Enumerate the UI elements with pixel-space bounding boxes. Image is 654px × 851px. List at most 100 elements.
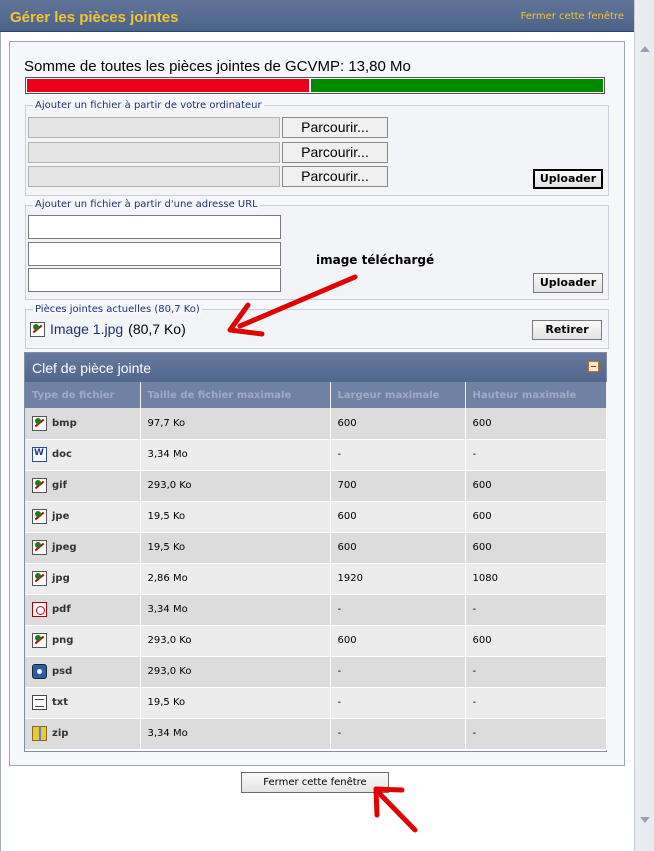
current-attachments-legend: Pièces jointes actuelles (80,7 Ko)	[33, 304, 202, 315]
cell-max-width: -	[330, 656, 466, 688]
image-icon	[32, 415, 47, 431]
file-type-label: bmp	[52, 417, 77, 429]
word-document-icon	[32, 447, 47, 462]
cell-max-height: -	[465, 718, 607, 750]
pdf-icon	[32, 602, 47, 617]
upload-computer-legend: Ajouter un fichier à partir de votre ord…	[33, 100, 264, 111]
cell-file-type: png	[25, 625, 141, 657]
cell-max-width: 600	[330, 532, 466, 564]
quota-bar	[25, 77, 605, 94]
image-icon	[32, 571, 47, 586]
cell-max-height: 600	[465, 532, 607, 564]
file-input-2[interactable]	[28, 142, 280, 163]
psd-icon	[32, 664, 47, 679]
file-input-1[interactable]	[28, 117, 280, 138]
image-icon	[32, 633, 47, 648]
cell-max-height: -	[465, 687, 607, 719]
table-row: jpeg 19,5 Ko 600 600	[25, 532, 607, 564]
attachment-key-header: Clef de pièce jointe	[25, 353, 606, 382]
browse-button-1[interactable]: Parcourir...	[282, 117, 388, 138]
scroll-up-arrow-icon[interactable]	[640, 46, 650, 52]
file-type-label: psd	[52, 666, 73, 677]
cell-max-size: 19,5 Ko	[140, 687, 331, 719]
file-type-label: zip	[52, 728, 69, 739]
attachment-key-panel: Clef de pièce jointe Type de fichier Tai…	[24, 352, 607, 752]
file-type-label: jpg	[52, 573, 70, 584]
collapse-icon[interactable]	[588, 361, 599, 372]
cell-max-width: 700	[330, 470, 466, 502]
attachment-file-name[interactable]: Image 1.jpg	[50, 321, 123, 337]
cell-max-width: 600	[330, 625, 466, 657]
attachment-key-title: Clef de pièce jointe	[32, 360, 152, 376]
table-row: bmp 97,7 Ko 600 600	[25, 408, 607, 440]
scroll-down-arrow-icon[interactable]	[640, 817, 650, 823]
file-type-label: gif	[52, 480, 67, 491]
cell-max-size: 19,5 Ko	[140, 532, 331, 564]
upload-url-legend: Ajouter un fichier à partir d'une adress…	[33, 199, 260, 210]
image-icon	[32, 540, 47, 555]
cell-file-type: gif	[25, 470, 141, 502]
annotation-text: image téléchargé	[316, 253, 435, 267]
cell-file-type: pdf	[25, 594, 141, 626]
cell-file-type: jpeg	[25, 532, 141, 564]
table-row: png 293,0 Ko 600 600	[25, 625, 607, 657]
window-title: Gérer les pièces jointes	[10, 9, 179, 26]
url-input-2[interactable]	[28, 242, 281, 266]
table-row: jpe 19,5 Ko 600 600	[25, 501, 607, 533]
cell-max-size: 293,0 Ko	[140, 470, 331, 502]
cell-max-height: -	[465, 656, 607, 688]
file-type-label: txt	[52, 697, 69, 708]
browse-button-3[interactable]: Parcourir...	[282, 166, 388, 187]
cell-max-size: 3,34 Mo	[140, 594, 331, 626]
close-window-button[interactable]: Fermer cette fenêtre	[241, 772, 389, 793]
url-input-1[interactable]	[28, 215, 281, 239]
cell-max-width: -	[330, 718, 466, 750]
cell-file-type: zip	[25, 718, 141, 750]
column-header-size: Taille de fichier maximale	[140, 382, 331, 408]
cell-max-width: 600	[330, 408, 466, 440]
cell-max-height: 600	[465, 501, 607, 533]
cell-file-type: psd	[25, 656, 141, 688]
cell-max-size: 293,0 Ko	[140, 625, 331, 657]
column-header-width: Largeur maximale	[330, 382, 466, 408]
url-input-3[interactable]	[28, 268, 281, 292]
cell-max-size: 2,86 Mo	[140, 563, 331, 595]
column-header-height: Hauteur maximale	[465, 382, 607, 408]
browse-button-2[interactable]: Parcourir...	[282, 142, 388, 163]
cell-max-width: -	[330, 439, 466, 471]
vertical-scrollbar[interactable]	[634, 0, 654, 851]
table-row: zip 3,34 Mo - -	[25, 718, 607, 750]
table-row: gif 293,0 Ko 700 600	[25, 470, 607, 502]
cell-max-width: 600	[330, 501, 466, 533]
cell-max-size: 3,34 Mo	[140, 718, 331, 750]
quota-free-fill	[311, 79, 603, 92]
cell-file-type: jpe	[25, 501, 141, 533]
cell-max-size: 97,7 Ko	[140, 408, 331, 440]
attachment-file-size: (80,7 Ko)	[128, 321, 186, 337]
cell-max-size: 19,5 Ko	[140, 501, 331, 533]
remove-attachment-button[interactable]: Retirer	[532, 320, 602, 340]
file-type-label: jpe	[52, 511, 70, 522]
text-file-icon	[32, 695, 47, 710]
cell-max-width: 1920	[330, 563, 466, 595]
current-attachment: Image 1.jpg (80,7 Ko)	[30, 321, 186, 337]
upload-url-button[interactable]: Uploader	[533, 273, 603, 293]
image-file-icon	[30, 321, 45, 337]
cell-max-size: 3,34 Mo	[140, 439, 331, 471]
image-icon	[32, 509, 47, 524]
file-type-label: png	[52, 635, 74, 646]
cell-max-width: -	[330, 594, 466, 626]
window-titlebar: Gérer les pièces jointes Fermer cette fe…	[0, 0, 634, 32]
cell-max-height: -	[465, 439, 607, 471]
file-type-label: jpeg	[52, 542, 77, 553]
attachment-key-table: Type de fichier Taille de fichier maxima…	[25, 382, 607, 750]
zip-archive-icon	[32, 726, 47, 741]
close-window-link[interactable]: Fermer cette fenêtre	[521, 11, 624, 22]
file-input-3[interactable]	[28, 166, 280, 187]
upload-computer-button[interactable]: Uploader	[533, 169, 603, 189]
cell-max-height: -	[465, 594, 607, 626]
table-row: txt 19,5 Ko - -	[25, 687, 607, 719]
quota-label: Somme de toutes les pièces jointes de GC…	[24, 58, 411, 75]
cell-max-height: 1080	[465, 563, 607, 595]
cell-max-size: 293,0 Ko	[140, 656, 331, 688]
